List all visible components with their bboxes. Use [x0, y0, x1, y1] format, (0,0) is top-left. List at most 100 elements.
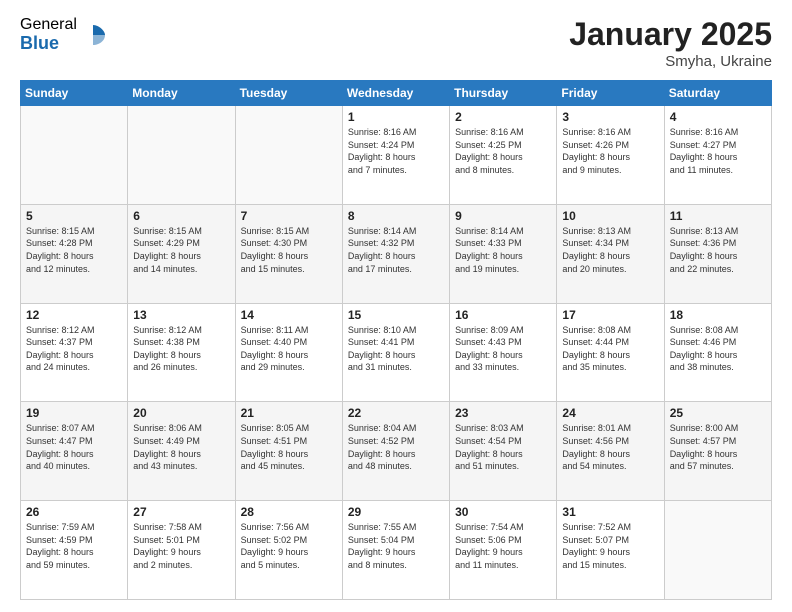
day-number: 26	[26, 505, 122, 519]
day-number: 9	[455, 209, 551, 223]
calendar-cell: 5 Sunrise: 8:15 AM Sunset: 4:28 PM Daylig…	[21, 204, 128, 303]
day-info: Sunrise: 8:00 AM Sunset: 4:57 PM Dayligh…	[670, 422, 766, 472]
day-number: 10	[562, 209, 658, 223]
day-info: Sunrise: 8:12 AM Sunset: 4:37 PM Dayligh…	[26, 324, 122, 374]
day-info: Sunrise: 8:03 AM Sunset: 4:54 PM Dayligh…	[455, 422, 551, 472]
calendar-cell: 24Sunrise: 8:01 AM Sunset: 4:56 PM Dayli…	[557, 402, 664, 501]
day-info: Sunrise: 8:08 AM Sunset: 4:44 PM Dayligh…	[562, 324, 658, 374]
calendar-cell: 20 Sunrise: 8:06 AM Sunset: 4:49 PM Dayli…	[128, 402, 235, 501]
day-number: 27	[133, 505, 229, 519]
title-block: January 2025 Smyha, Ukraine	[569, 16, 772, 70]
calendar-cell: 29 Sunrise: 7:55 AM Sunset: 5:04 PM Dayli…	[342, 501, 449, 600]
day-number: 23	[455, 406, 551, 420]
calendar-cell: 19Sunrise: 8:07 AM Sunset: 4:47 PM Dayli…	[21, 402, 128, 501]
day-number: 12	[26, 308, 122, 322]
day-info: Sunrise: 7:52 AM Sunset: 5:07 PM Dayligh…	[562, 521, 658, 571]
day-info: Sunrise: 8:16 AM Sunset: 4:24 PM Dayligh…	[348, 126, 444, 176]
calendar-cell: 4Sunrise: 8:16 AM Sunset: 4:27 PM Daylig…	[664, 106, 771, 205]
calendar-cell: 17 Sunrise: 8:08 AM Sunset: 4:44 PM Dayli…	[557, 303, 664, 402]
logo-icon	[79, 21, 107, 49]
calendar-cell: 9 Sunrise: 8:14 AM Sunset: 4:33 PM Daylig…	[450, 204, 557, 303]
day-info: Sunrise: 8:11 AM Sunset: 4:40 PM Dayligh…	[241, 324, 337, 374]
day-info: Sunrise: 8:16 AM Sunset: 4:26 PM Dayligh…	[562, 126, 658, 176]
calendar-cell: 3 Sunrise: 8:16 AM Sunset: 4:26 PM Daylig…	[557, 106, 664, 205]
week-row-2: 12 Sunrise: 8:12 AM Sunset: 4:37 PM Dayli…	[21, 303, 772, 402]
calendar-cell: 18Sunrise: 8:08 AM Sunset: 4:46 PM Dayli…	[664, 303, 771, 402]
header-sunday: Sunday	[21, 81, 128, 106]
calendar-cell: 7 Sunrise: 8:15 AM Sunset: 4:30 PM Daylig…	[235, 204, 342, 303]
day-number: 31	[562, 505, 658, 519]
day-info: Sunrise: 8:05 AM Sunset: 4:51 PM Dayligh…	[241, 422, 337, 472]
day-info: Sunrise: 8:15 AM Sunset: 4:28 PM Dayligh…	[26, 225, 122, 275]
logo: General Blue	[20, 16, 107, 53]
day-number: 20	[133, 406, 229, 420]
logo-general: General	[20, 16, 77, 34]
day-info: Sunrise: 7:54 AM Sunset: 5:06 PM Dayligh…	[455, 521, 551, 571]
calendar-cell: 11Sunrise: 8:13 AM Sunset: 4:36 PM Dayli…	[664, 204, 771, 303]
calendar-cell: 21 Sunrise: 8:05 AM Sunset: 4:51 PM Dayli…	[235, 402, 342, 501]
header: General Blue January 2025 Smyha, Ukraine	[20, 16, 772, 70]
calendar-cell: 23 Sunrise: 8:03 AM Sunset: 4:54 PM Dayli…	[450, 402, 557, 501]
calendar-cell: 16 Sunrise: 8:09 AM Sunset: 4:43 PM Dayli…	[450, 303, 557, 402]
calendar-cell: 28Sunrise: 7:56 AM Sunset: 5:02 PM Dayli…	[235, 501, 342, 600]
day-number: 14	[241, 308, 337, 322]
week-row-3: 19Sunrise: 8:07 AM Sunset: 4:47 PM Dayli…	[21, 402, 772, 501]
day-info: Sunrise: 8:14 AM Sunset: 4:33 PM Dayligh…	[455, 225, 551, 275]
day-info: Sunrise: 7:59 AM Sunset: 4:59 PM Dayligh…	[26, 521, 122, 571]
day-info: Sunrise: 8:13 AM Sunset: 4:36 PM Dayligh…	[670, 225, 766, 275]
day-number: 21	[241, 406, 337, 420]
day-info: Sunrise: 8:06 AM Sunset: 4:49 PM Dayligh…	[133, 422, 229, 472]
logo-blue: Blue	[20, 34, 77, 54]
day-number: 5	[26, 209, 122, 223]
header-thursday: Thursday	[450, 81, 557, 106]
logo-text: General Blue	[20, 16, 77, 53]
header-monday: Monday	[128, 81, 235, 106]
week-row-1: 5 Sunrise: 8:15 AM Sunset: 4:28 PM Daylig…	[21, 204, 772, 303]
month-title: January 2025	[569, 16, 772, 53]
day-info: Sunrise: 8:15 AM Sunset: 4:29 PM Dayligh…	[133, 225, 229, 275]
location: Smyha, Ukraine	[569, 53, 772, 70]
day-number: 15	[348, 308, 444, 322]
day-info: Sunrise: 7:58 AM Sunset: 5:01 PM Dayligh…	[133, 521, 229, 571]
week-row-0: 1 Sunrise: 8:16 AM Sunset: 4:24 PM Daylig…	[21, 106, 772, 205]
calendar-cell	[128, 106, 235, 205]
day-number: 13	[133, 308, 229, 322]
calendar-cell: 8Sunrise: 8:14 AM Sunset: 4:32 PM Daylig…	[342, 204, 449, 303]
day-info: Sunrise: 8:13 AM Sunset: 4:34 PM Dayligh…	[562, 225, 658, 275]
page: General Blue January 2025 Smyha, Ukraine…	[0, 0, 792, 612]
day-info: Sunrise: 7:55 AM Sunset: 5:04 PM Dayligh…	[348, 521, 444, 571]
calendar-cell: 15 Sunrise: 8:10 AM Sunset: 4:41 PM Dayli…	[342, 303, 449, 402]
calendar-cell: 1 Sunrise: 8:16 AM Sunset: 4:24 PM Daylig…	[342, 106, 449, 205]
day-number: 22	[348, 406, 444, 420]
header-tuesday: Tuesday	[235, 81, 342, 106]
calendar-cell: 25Sunrise: 8:00 AM Sunset: 4:57 PM Dayli…	[664, 402, 771, 501]
calendar-cell: 2 Sunrise: 8:16 AM Sunset: 4:25 PM Daylig…	[450, 106, 557, 205]
week-row-4: 26 Sunrise: 7:59 AM Sunset: 4:59 PM Dayli…	[21, 501, 772, 600]
day-number: 29	[348, 505, 444, 519]
day-info: Sunrise: 8:14 AM Sunset: 4:32 PM Dayligh…	[348, 225, 444, 275]
day-number: 1	[348, 110, 444, 124]
day-number: 18	[670, 308, 766, 322]
day-number: 7	[241, 209, 337, 223]
day-info: Sunrise: 8:09 AM Sunset: 4:43 PM Dayligh…	[455, 324, 551, 374]
calendar-cell: 30Sunrise: 7:54 AM Sunset: 5:06 PM Dayli…	[450, 501, 557, 600]
day-number: 16	[455, 308, 551, 322]
day-info: Sunrise: 8:10 AM Sunset: 4:41 PM Dayligh…	[348, 324, 444, 374]
calendar-cell: 13Sunrise: 8:12 AM Sunset: 4:38 PM Dayli…	[128, 303, 235, 402]
calendar-cell: 26 Sunrise: 7:59 AM Sunset: 4:59 PM Dayli…	[21, 501, 128, 600]
day-number: 3	[562, 110, 658, 124]
calendar-cell	[235, 106, 342, 205]
weekday-header-row: Sunday Monday Tuesday Wednesday Thursday…	[21, 81, 772, 106]
day-number: 17	[562, 308, 658, 322]
header-friday: Friday	[557, 81, 664, 106]
calendar-cell: 10 Sunrise: 8:13 AM Sunset: 4:34 PM Dayli…	[557, 204, 664, 303]
day-info: Sunrise: 8:16 AM Sunset: 4:25 PM Dayligh…	[455, 126, 551, 176]
day-info: Sunrise: 8:15 AM Sunset: 4:30 PM Dayligh…	[241, 225, 337, 275]
header-wednesday: Wednesday	[342, 81, 449, 106]
day-info: Sunrise: 8:04 AM Sunset: 4:52 PM Dayligh…	[348, 422, 444, 472]
calendar-cell: 22 Sunrise: 8:04 AM Sunset: 4:52 PM Dayli…	[342, 402, 449, 501]
day-info: Sunrise: 8:16 AM Sunset: 4:27 PM Dayligh…	[670, 126, 766, 176]
day-number: 19	[26, 406, 122, 420]
day-info: Sunrise: 7:56 AM Sunset: 5:02 PM Dayligh…	[241, 521, 337, 571]
day-number: 2	[455, 110, 551, 124]
